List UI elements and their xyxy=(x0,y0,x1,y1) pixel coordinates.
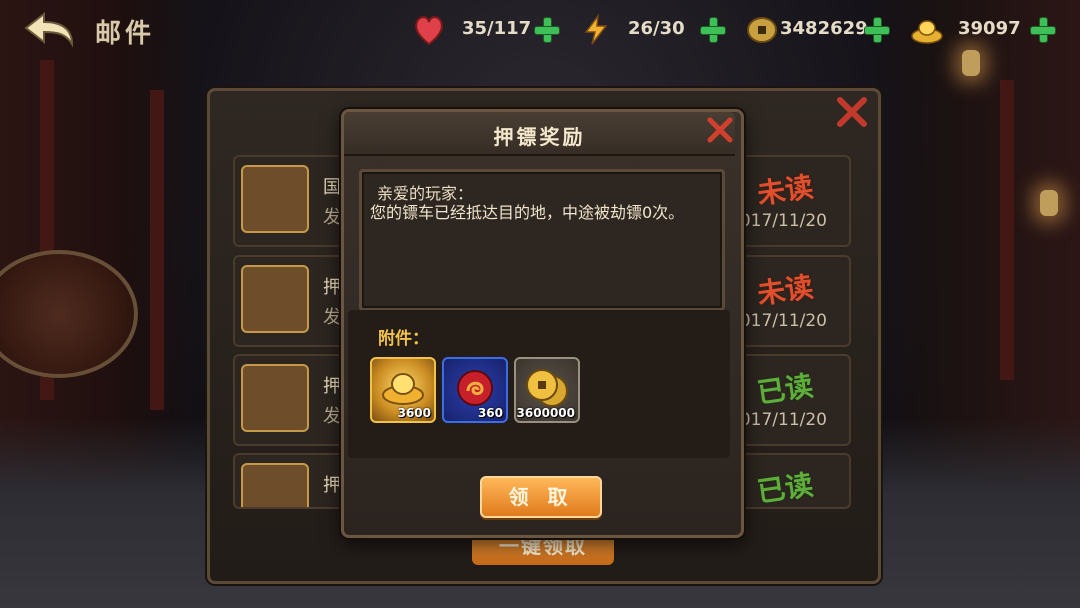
attachment-count: 360 xyxy=(477,406,503,420)
back-arrow-icon xyxy=(24,11,74,48)
mail-title: 押 xyxy=(323,277,341,298)
gold-ingot-icon xyxy=(241,265,309,333)
ingots-resource: 39097 xyxy=(910,14,1060,46)
attachment-count: 3600000 xyxy=(516,406,575,420)
mail-panel-close-button[interactable] xyxy=(834,94,870,130)
mail-sender: 发 xyxy=(323,307,341,328)
mail-title: 押 xyxy=(323,475,341,496)
stamina-resource: 35/117 xyxy=(412,14,562,46)
coins-resource: 3482629 xyxy=(746,14,896,46)
mail-status-badge: 已读 xyxy=(755,369,816,410)
message-greeting: 亲爱的玩家： xyxy=(377,184,474,203)
attachment-item-copper-coin[interactable]: 3600000 xyxy=(514,357,580,423)
energy-value: 26/30 xyxy=(628,18,685,39)
close-icon xyxy=(837,97,867,127)
gold-ingot-icon xyxy=(241,165,309,233)
mail-sender: 发 xyxy=(323,207,341,228)
copper-coin-icon xyxy=(526,369,568,407)
page-title: 邮件 xyxy=(95,19,156,49)
ingots-value: 39097 xyxy=(958,18,1021,39)
attachment-item-red-orb[interactable]: 360 xyxy=(442,357,508,423)
coin-icon xyxy=(747,17,777,43)
add-ingots-button[interactable] xyxy=(1030,17,1056,43)
coins-value: 3482629 xyxy=(780,18,868,39)
mail-status-badge: 未读 xyxy=(755,270,816,311)
gold-ingot-icon xyxy=(241,463,309,507)
stamina-value: 35/117 xyxy=(462,18,532,39)
close-icon xyxy=(707,117,733,143)
mail-sender: 发 xyxy=(323,406,341,427)
lightning-icon xyxy=(584,14,608,45)
gold-ingot-icon xyxy=(911,20,943,44)
mail-status-badge: 未读 xyxy=(755,170,816,211)
attachment-item-gold-ingot[interactable]: 3600 xyxy=(370,357,436,423)
mail-status-badge: 已读 xyxy=(755,468,816,509)
energy-resource: 26/30 xyxy=(580,14,730,46)
mail-title: 国 xyxy=(323,177,341,198)
red-orb-icon xyxy=(457,370,493,406)
mail-title: 押 xyxy=(323,376,341,397)
popup-close-button[interactable] xyxy=(704,114,736,146)
message-body: 您的镖车已经抵达目的地，中途被劫镖0次。 xyxy=(370,203,685,222)
popup-title: 押镖奖励 xyxy=(493,125,586,149)
heart-icon xyxy=(415,16,443,46)
attachment-count: 3600 xyxy=(397,406,431,420)
add-coins-button[interactable] xyxy=(864,17,890,43)
gold-ingot-icon xyxy=(382,373,424,405)
add-energy-button[interactable] xyxy=(700,17,726,43)
gold-ingot-icon xyxy=(241,364,309,432)
claim-button[interactable]: 领 取 xyxy=(480,476,602,518)
attachments-label: 附件： xyxy=(378,329,429,349)
add-stamina-button[interactable] xyxy=(534,17,560,43)
back-button[interactable] xyxy=(22,10,76,50)
